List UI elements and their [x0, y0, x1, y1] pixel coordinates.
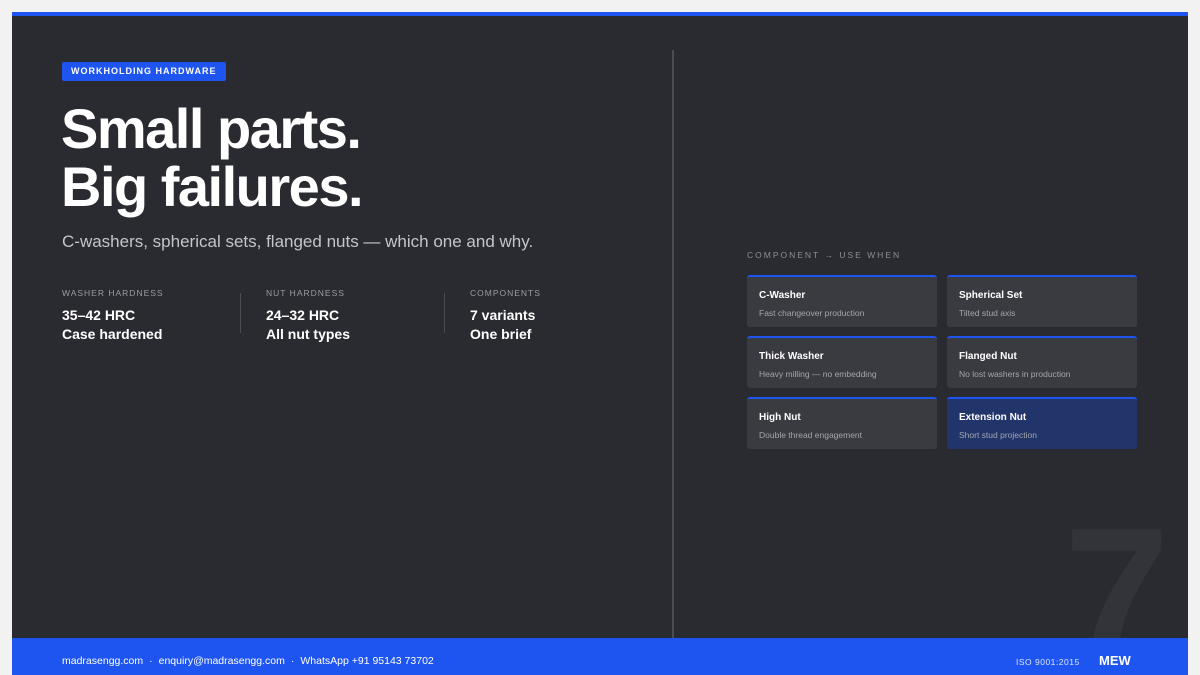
component-name: C-Washer — [759, 290, 806, 301]
top-accent-rule — [12, 12, 1188, 16]
whatsapp-link[interactable]: WhatsApp +91 95143 73702 — [300, 655, 433, 667]
slide: WORKHOLDING HARDWARE Small parts. Big fa… — [12, 12, 1188, 675]
component-name: High Nut — [759, 412, 801, 423]
stat-washer-hardness: WASHER HARDNESS 35–42 HRC Case hardened — [62, 288, 242, 344]
stat-divider — [240, 293, 241, 333]
stat-nut-hardness: NUT HARDNESS 24–32 HRC All nut types — [266, 288, 446, 344]
component-use: Double thread engagement — [759, 430, 863, 440]
email-link[interactable]: enquiry@madrasengg.com — [159, 655, 285, 667]
component-name: Flanged Nut — [959, 351, 1017, 362]
stat-value: 24–32 HRC — [266, 307, 340, 323]
stat-value: 35–42 HRC — [62, 307, 136, 323]
component-card-extension-nut: Extension Nut Short stud projection — [947, 397, 1137, 449]
stat-label: WASHER HARDNESS — [62, 288, 164, 298]
component-card-c-washer: C-Washer Fast changeover production — [747, 275, 937, 327]
stat-components: COMPONENTS 7 variants One brief — [470, 288, 650, 344]
vertical-divider — [672, 50, 674, 640]
website-link[interactable]: madrasengg.com — [62, 655, 143, 667]
footer-bar: madrasengg.com · enquiry@madrasengg.com · Wh… — [12, 638, 1188, 675]
headline-line-2: Big failures. — [61, 155, 364, 218]
component-card-high-nut: High Nut Double thread engagement — [747, 397, 937, 449]
iso-certification: ISO 9001:2015 — [1016, 657, 1080, 667]
separator-dot: · — [149, 655, 153, 667]
separator-dot: · — [290, 655, 295, 667]
component-use: Heavy milling — no embedding — [759, 369, 877, 379]
stat-label: NUT HARDNESS — [266, 288, 345, 298]
stat-label: COMPONENTS — [470, 288, 541, 298]
headline-line-1: Small parts. — [61, 97, 362, 160]
stat-note: All nut types — [266, 326, 351, 342]
stat-divider — [444, 293, 445, 333]
component-name: Thick Washer — [759, 351, 824, 362]
contact-line: madrasengg.com · enquiry@madrasengg.com · Wh… — [62, 655, 434, 667]
component-name: Spherical Set — [959, 290, 1023, 301]
category-tag: WORKHOLDING HARDWARE — [62, 62, 226, 81]
headline: Small parts. Big failures. — [61, 97, 364, 218]
component-use: Fast changeover production — [759, 308, 865, 318]
component-card-spherical-set: Spherical Set Tilted stud axis — [947, 275, 1137, 327]
subtitle: C-washers, spherical sets, flanged nuts … — [62, 232, 534, 251]
stat-note: One brief — [470, 326, 532, 342]
component-name: Extension Nut — [959, 412, 1027, 423]
component-use: Tilted stud axis — [959, 308, 1016, 318]
component-card-flanged-nut: Flanged Nut No lost washers in productio… — [947, 336, 1137, 388]
component-use: No lost washers in production — [959, 369, 1071, 379]
components-heading: COMPONENT → USE WHEN — [747, 250, 902, 260]
component-card-thick-washer: Thick Washer Heavy milling — no embeddin… — [747, 336, 937, 388]
brand-logo: MEW — [1099, 653, 1131, 668]
component-use: Short stud projection — [959, 430, 1037, 440]
stat-value: 7 variants — [470, 307, 536, 323]
stat-note: Case hardened — [62, 326, 163, 342]
